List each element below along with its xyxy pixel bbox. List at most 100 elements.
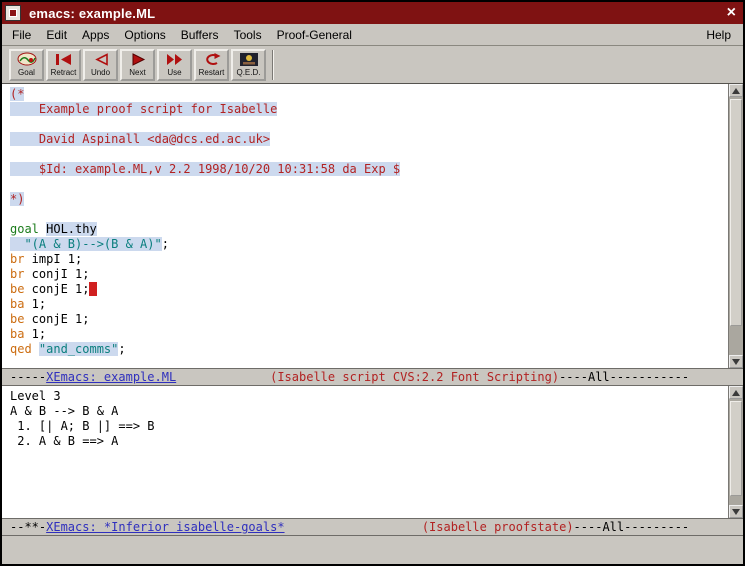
next-icon (127, 52, 149, 67)
window-title: emacs: example.ML (29, 6, 155, 21)
text-segment: --**- (10, 520, 46, 534)
window-menu-button[interactable] (5, 5, 21, 21)
retract-button[interactable]: Retract (46, 49, 81, 81)
script-buffer[interactable]: (* Example proof script for Isabelle Dav… (2, 84, 728, 368)
script-buffer-window: (* Example proof script for Isabelle Dav… (2, 84, 743, 368)
qed-icon (238, 52, 260, 67)
goals-scrollbar-thumb[interactable] (730, 401, 742, 496)
text-segment (285, 520, 422, 534)
text-segment: ----- (10, 370, 46, 384)
qed-button-label: Q.E.D. (236, 68, 260, 77)
use-icon (164, 52, 186, 67)
buffer-line: 2. A & B ==> A (10, 434, 728, 449)
buffer-line: goal HOL.thy (10, 222, 728, 237)
script-scrollbar[interactable] (728, 84, 743, 368)
qed-button[interactable]: Q.E.D. (231, 49, 266, 81)
menu-item-apps[interactable]: Apps (82, 28, 109, 42)
buffer-line: A & B --> B & A (10, 404, 728, 419)
text-segment: 2. A & B ==> A (10, 434, 118, 448)
restart-icon (201, 52, 223, 67)
next-button[interactable]: Next (120, 49, 155, 81)
goals-scroll-up-button[interactable] (729, 386, 743, 399)
text-segment: Level 3 (10, 389, 61, 403)
goals-buffer-window: Level 3A & B --> B & A 1. [| A; B |] ==>… (2, 386, 743, 518)
buffer-line: ba 1; (10, 297, 728, 312)
menu-item-help[interactable]: Help (706, 28, 731, 42)
use-button-label: Use (167, 68, 181, 77)
text-segment: be (10, 282, 24, 296)
proof-general-toolbar: Goal Retract Undo Next Use Restart (2, 46, 743, 84)
buffer-line: br impI 1; (10, 252, 728, 267)
text-segment: ba (10, 327, 24, 341)
text-segment: 1. [| A; B |] ==> B (10, 419, 155, 433)
text-segment: ba (10, 297, 24, 311)
goals-buffer[interactable]: Level 3A & B --> B & A 1. [| A; B |] ==>… (2, 386, 728, 518)
buffer-line: $Id: example.ML,v 2.2 1998/10/20 10:31:5… (10, 162, 728, 177)
buffer-line: be conjE 1; (10, 282, 728, 297)
text-segment: be (10, 312, 24, 326)
close-icon[interactable]: × (727, 5, 736, 21)
undo-icon (90, 52, 112, 67)
menu-item-edit[interactable]: Edit (46, 28, 67, 42)
menu-item-proof-general[interactable]: Proof-General (277, 28, 352, 42)
buffer-line: (* (10, 87, 728, 102)
goal-button-label: Goal (18, 68, 35, 77)
script-scrollbar-thumb[interactable] (730, 99, 742, 326)
text-segment: *) (10, 192, 24, 206)
minibuffer[interactable] (2, 536, 743, 564)
text-segment: conjE 1; (24, 282, 89, 296)
text-segment (10, 237, 24, 251)
text-segment: Example proof script for Isabelle (10, 102, 277, 116)
menu-item-buffers[interactable]: Buffers (181, 28, 219, 42)
restart-button-label: Restart (199, 68, 225, 77)
buffer-line: *) (10, 192, 728, 207)
text-segment: (Isabelle script CVS:2.2 Font Scripting) (270, 370, 559, 384)
text-segment: qed (10, 342, 39, 356)
use-button[interactable]: Use (157, 49, 192, 81)
script-scrollbar-trough[interactable] (729, 97, 743, 355)
buffer-line: Level 3 (10, 389, 728, 404)
buffer-line: 1. [| A; B |] ==> B (10, 419, 728, 434)
goals-scroll-down-button[interactable] (729, 505, 743, 518)
next-button-label: Next (129, 68, 145, 77)
text-segment: (Isabelle proofstate) (422, 520, 574, 534)
text-segment (89, 282, 96, 296)
goals-scrollbar[interactable] (728, 386, 743, 518)
text-segment: conjE 1; (24, 312, 89, 326)
text-segment: XEmacs: *Inferior isabelle-goals* (46, 520, 284, 534)
buffer-line: David Aspinall <da@dcs.ed.ac.uk> (10, 132, 728, 147)
text-segment: (* (10, 87, 24, 101)
text-segment: $Id: example.ML,v 2.2 1998/10/20 10:31:5… (10, 162, 400, 176)
goal-button[interactable]: Goal (9, 49, 44, 81)
restart-button[interactable]: Restart (194, 49, 229, 81)
buffer-line: be conjE 1; (10, 312, 728, 327)
goals-scrollbar-trough[interactable] (729, 399, 743, 505)
text-segment: "(A & B)-->(B & A)" (24, 237, 161, 251)
text-segment: ----All--------- (574, 520, 690, 534)
text-segment: impI 1; (24, 252, 82, 266)
buffer-line (10, 117, 728, 132)
script-scroll-up-button[interactable] (729, 84, 743, 97)
menu-item-tools[interactable]: Tools (234, 28, 262, 42)
script-modeline: -----XEmacs: example.ML (Isabelle script… (2, 368, 743, 386)
script-scroll-down-button[interactable] (729, 355, 743, 368)
text-segment: XEmacs: example.ML (46, 370, 176, 384)
buffer-line (10, 177, 728, 192)
goals-modeline: --**-XEmacs: *Inferior isabelle-goals* (… (2, 518, 743, 536)
buffer-line: "(A & B)-->(B & A)"; (10, 237, 728, 252)
titlebar: emacs: example.ML × (2, 2, 743, 24)
buffer-line: ba 1; (10, 327, 728, 342)
text-segment: conjI 1; (24, 267, 89, 281)
buffer-line: br conjI 1; (10, 267, 728, 282)
text-segment: "and_comms" (39, 342, 118, 356)
text-segment: ----All----------- (559, 370, 689, 384)
undo-button[interactable]: Undo (83, 49, 118, 81)
scroll-down-icon (732, 509, 740, 515)
undo-button-label: Undo (91, 68, 110, 77)
text-segment: 1; (24, 297, 46, 311)
text-segment: 1; (24, 327, 46, 341)
goal-icon (16, 52, 38, 67)
menu-item-options[interactable]: Options (124, 28, 165, 42)
menu-item-file[interactable]: File (12, 28, 31, 42)
window-menu-icon (9, 9, 17, 17)
